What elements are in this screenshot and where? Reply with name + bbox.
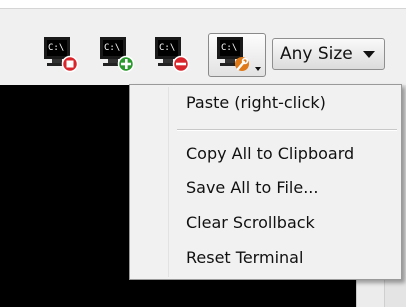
menu-item-paste[interactable]: Paste (right-click) [186, 93, 326, 113]
terminal-close-icon: C:\ [44, 37, 79, 73]
close-terminal-button[interactable]: C:\ [41, 33, 81, 77]
svg-text:C:\: C:\ [221, 43, 237, 53]
terminal-settings-button[interactable]: C:\ [208, 33, 266, 77]
dropdown-arrow-icon [255, 67, 261, 71]
terminal-add-icon: C:\ [100, 37, 135, 73]
menu-item-clear-scrollback[interactable]: Clear Scrollback [186, 213, 315, 233]
svg-text:C:\: C:\ [159, 43, 175, 53]
menu-item-copy-all[interactable]: Copy All to Clipboard [186, 144, 354, 164]
new-terminal-button[interactable]: C:\ [97, 33, 137, 77]
menu-item-save-all[interactable]: Save All to File... [186, 178, 318, 198]
svg-text:C:\: C:\ [48, 43, 64, 53]
size-select-value: Any Size [280, 44, 353, 64]
terminal-remove-icon: C:\ [155, 37, 190, 73]
menu-separator-highlight [177, 130, 397, 131]
menu-item-reset-terminal[interactable]: Reset Terminal [186, 248, 303, 268]
terminal-size-select[interactable]: Any Size [272, 38, 385, 70]
terminal-output[interactable] [0, 85, 130, 307]
svg-text:C:\: C:\ [104, 43, 120, 53]
context-menu: Paste (right-click) Copy All to Clipboar… [129, 84, 402, 280]
terminal-settings-icon: C:\ [217, 37, 261, 71]
window-frame-top [0, 0, 406, 8]
remove-terminal-button[interactable]: C:\ [152, 33, 192, 77]
menu-icon-gutter [168, 87, 169, 277]
chevron-down-icon [363, 50, 375, 58]
